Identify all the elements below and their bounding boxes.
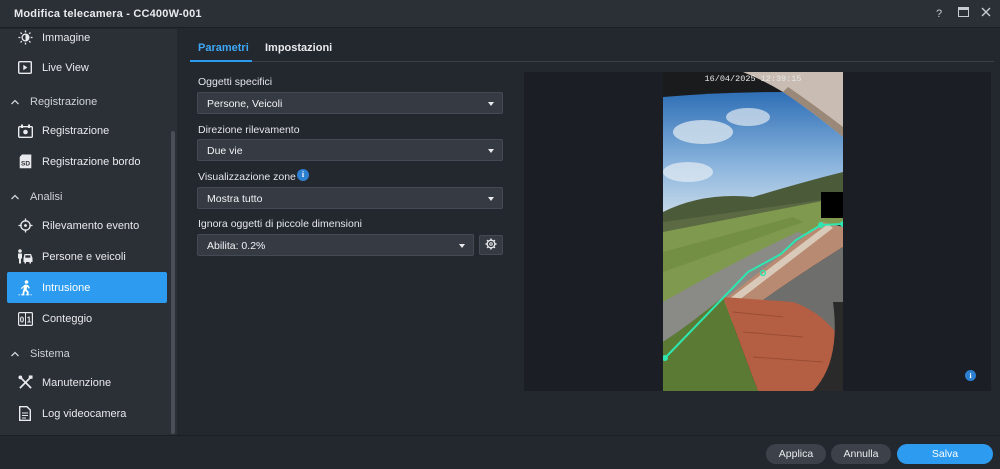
preview-info-icon[interactable]: i [965,370,976,381]
svg-text:SD: SD [20,161,29,168]
direction-value: Due vie [207,145,243,157]
chevron-up-icon [10,192,20,202]
info-icon[interactable]: i [297,169,309,181]
sidebar-item-intrusione[interactable]: Intrusione [7,272,167,303]
play-icon [17,60,33,76]
close-icon[interactable] [978,6,994,22]
sidebar-item-label: Rilevamento evento [42,219,140,232]
group-registrazione[interactable]: Registrazione [10,96,97,108]
footer-bar: Applica Annulla Salva [0,435,1000,469]
tools-icon [17,375,33,391]
apply-button[interactable]: Applica [766,444,826,464]
help-icon[interactable]: ? [931,6,947,22]
crosshair-icon [17,218,33,234]
active-tab-indicator [190,60,252,62]
sidebar-item-rilevamento-evento[interactable]: Rilevamento evento [7,210,167,241]
group-label: Registrazione [30,96,98,108]
direction-select[interactable]: Due vie [197,139,503,161]
chevron-down-icon [488,149,494,153]
zones-value: Mostra tutto [207,193,263,205]
sidebar-item-label: Manutenzione [42,376,112,389]
gear-icon [485,238,497,253]
sidebar-item-label: Registrazione bordo [42,155,141,168]
counter-icon: 01 [17,311,33,327]
sidebar-item-label: Registrazione [42,124,110,137]
zones-select[interactable]: Mostra tutto [197,187,503,209]
chevron-down-icon [459,244,465,248]
tab-parametri[interactable]: Parametri [198,42,249,54]
sidebar-item-immagine[interactable]: Immagine [7,29,167,53]
small-objects-value: Abilita: 0.2% [207,240,266,252]
maximize-icon[interactable] [955,6,971,22]
window-title: Modifica telecamera - CC400W-001 [14,8,202,20]
recording-icon [17,123,33,139]
sidebar-item-label: Live View [42,61,89,74]
sidebar-scrollbar[interactable] [171,131,175,434]
svg-text:1: 1 [26,315,31,324]
sd-card-icon: SD [17,154,33,170]
walking-person-icon [17,279,33,296]
small-objects-label: Ignora oggetti di piccole dimensioni [198,218,363,230]
sidebar-item-live-view[interactable]: Live View [7,52,167,83]
objects-select[interactable]: Persone, Veicoli [197,92,503,114]
document-icon [17,406,33,422]
chevron-up-icon [10,97,20,107]
objects-label: Oggetti specifici [198,76,273,88]
sidebar-item-label: Conteggio [42,312,93,325]
save-button[interactable]: Salva [897,444,993,464]
sidebar-item-conteggio[interactable]: 01 Conteggio [7,303,167,334]
tab-bar: Parametri Impostazioni [190,40,994,62]
zones-label: Visualizzazione zone [198,171,296,183]
sidebar-item-log-videocamera[interactable]: Log videocamera [7,398,167,429]
sidebar: Immagine Live View Registrazione Registr… [0,29,177,435]
cancel-button[interactable]: Annulla [831,444,891,464]
group-analisi[interactable]: Analisi [10,191,62,203]
small-objects-settings-button[interactable] [479,235,503,255]
group-label: Sistema [30,348,70,360]
chevron-down-icon [488,197,494,201]
sidebar-item-label: Immagine [42,31,91,44]
sidebar-item-label: Intrusione [42,281,91,294]
svg-text:0: 0 [19,315,24,324]
brightness-icon [17,30,33,46]
sidebar-item-label: Persone e veicoli [42,250,126,263]
chevron-up-icon [10,349,20,359]
camera-preview[interactable]: 16/04/2025 12:39:15 i [524,72,991,391]
sidebar-item-persone-e-veicoli[interactable]: Persone e veicoli [7,241,167,272]
title-bar: Modifica telecamera - CC400W-001 ? [0,0,1000,28]
camera-scene-image [663,72,843,391]
sidebar-item-registrazione[interactable]: Registrazione [7,115,167,146]
video-frame[interactable]: 16/04/2025 12:39:15 [663,72,843,391]
person-car-icon [17,249,33,265]
group-sistema[interactable]: Sistema [10,348,70,360]
group-label: Analisi [30,191,63,203]
video-timestamp: 16/04/2025 12:39:15 [704,74,802,84]
direction-label: Direzione rilevamento [198,124,300,136]
sidebar-item-manutenzione[interactable]: Manutenzione [7,367,167,398]
tab-impostazioni[interactable]: Impostazioni [265,42,332,54]
sidebar-item-label: Log videocamera [42,407,127,420]
objects-value: Persone, Veicoli [207,98,283,110]
small-objects-select[interactable]: Abilita: 0.2% [197,234,474,256]
sidebar-item-registrazione-bordo[interactable]: SD Registrazione bordo [7,146,167,177]
chevron-down-icon [488,102,494,106]
